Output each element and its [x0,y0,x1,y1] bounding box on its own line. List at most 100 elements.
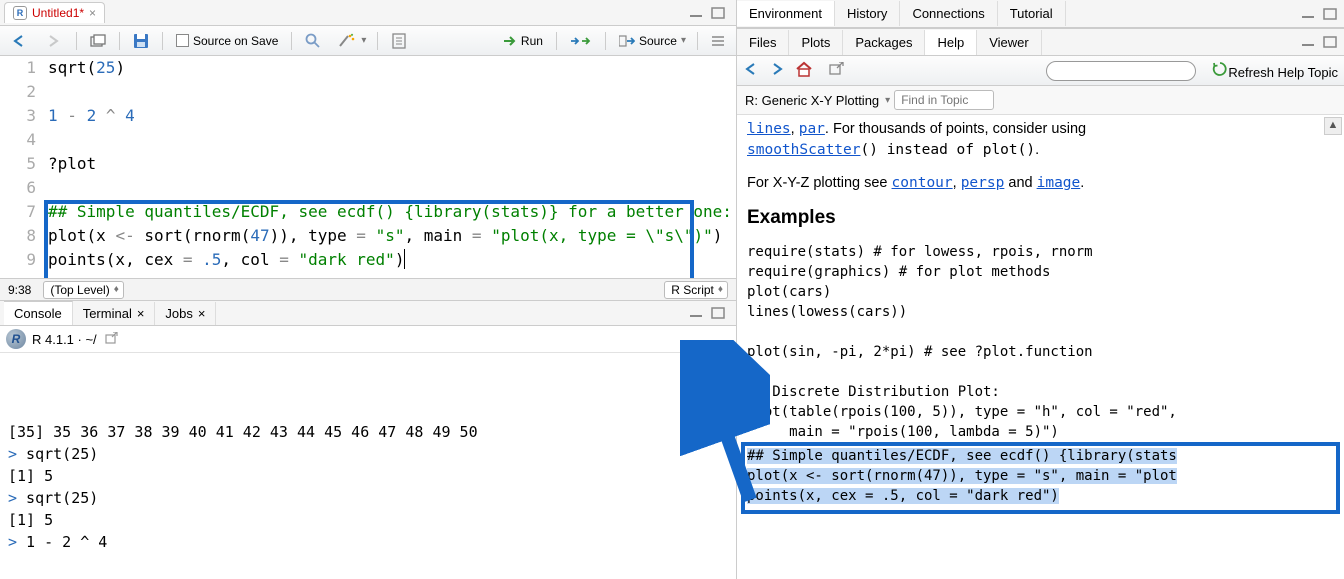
save-button[interactable] [128,31,154,51]
filetype-selector[interactable]: R Script ♦ [664,281,728,299]
console-header-text: R 4.1.1 · ~/ [32,332,97,347]
scroll-up-icon[interactable]: ▲ [716,355,734,373]
back-button[interactable] [6,32,34,50]
help-para-xyz: For X-Y-Z plotting see contour, persp an… [747,173,1334,194]
chevron-down-icon[interactable]: ▾ [885,95,888,106]
help-text: . [1035,142,1039,158]
minimize-pane-icon[interactable] [1300,7,1318,21]
connections-tab[interactable]: Connections [900,1,997,26]
refresh-help-button[interactable]: Refresh Help Topic [1212,61,1338,80]
show-in-new-window-button[interactable] [85,32,111,50]
maximize-pane-icon[interactable] [1322,35,1340,49]
help-text: () instead of [861,142,983,158]
help-selected-code[interactable]: ## Simple quantiles/ECDF, see ecdf() {li… [747,446,1334,506]
forward-button[interactable] [40,32,68,50]
close-icon[interactable]: × [89,6,96,20]
r-badge-icon: R [13,6,27,20]
packages-tab[interactable]: Packages [843,30,925,55]
source-button[interactable]: Source ▾ [614,32,689,50]
console-output[interactable]: ▲ [35] 35 36 37 38 39 40 41 42 43 44 45 … [0,353,736,579]
console-tab[interactable]: Console [4,301,73,325]
scope-selector[interactable]: (Top Level) ♦ [43,281,123,299]
console-tab-row: Console Terminal × Jobs × [0,300,736,326]
help-subheader: R: Generic X-Y Plotting ▾ [737,86,1344,115]
help-home-button[interactable] [795,61,813,80]
compile-report-button[interactable] [386,31,412,51]
help-search-input[interactable] [1046,61,1196,81]
rerun-button[interactable] [565,33,597,49]
minimize-pane-icon[interactable] [688,6,706,20]
maximize-pane-icon[interactable] [710,6,728,20]
help-link-smoothscatter[interactable]: smoothScatter [747,142,861,158]
console-header: R R 4.1.1 · ~/ [0,326,736,353]
help-content[interactable]: ▲ lines, par. For thousands of points, c… [737,115,1344,579]
filetype-label: R Script [671,283,714,297]
history-tab[interactable]: History [835,1,900,26]
help-text: plot() [983,142,1035,158]
maximize-pane-icon[interactable] [710,306,728,320]
code-tools-button[interactable]: ▾ [332,31,369,51]
help-text: and [1004,175,1036,191]
help-back-button[interactable] [743,62,761,79]
terminal-tab-label: Terminal [83,306,132,321]
help-toolbar: Refresh Help Topic [737,56,1344,86]
run-button[interactable]: Run [498,32,548,50]
outline-button[interactable] [706,33,730,49]
source-toolbar: Source on Save ▾ Run Source ▾ [0,26,736,56]
close-icon[interactable]: × [198,306,206,321]
plots-tab[interactable]: Plots [789,30,843,55]
minimize-pane-icon[interactable] [1300,35,1318,49]
jobs-tab[interactable]: Jobs × [155,302,216,325]
chevron-down-icon: ▾ [361,35,364,46]
help-text: . [1080,175,1084,191]
updown-icon: ♦ [114,284,117,295]
tutorial-tab[interactable]: Tutorial [998,1,1066,26]
scope-label: (Top Level) [50,283,109,297]
source-editor[interactable]: 123456789 sqrt(25) 1 - 2 ^ 4 ?plot ## Si… [0,56,736,278]
help-forward-button[interactable] [769,62,787,79]
code-area[interactable]: sqrt(25) 1 - 2 ^ 4 ?plot ## Simple quant… [44,56,736,278]
source-on-save-label: Source on Save [193,34,278,48]
environment-tab[interactable]: Environment [737,1,835,26]
scroll-up-icon[interactable]: ▲ [1324,117,1342,135]
run-label: Run [521,34,543,48]
help-popout-button[interactable] [829,62,845,79]
jobs-tab-label: Jobs [165,306,192,321]
help-text: , [791,121,799,137]
checkbox-icon [176,34,189,47]
files-tab-row: Files Plots Packages Help Viewer [737,28,1344,56]
examples-heading: Examples [747,204,1334,232]
source-file-tab[interactable]: R Untitled1* × [4,2,105,23]
terminal-tab[interactable]: Terminal × [73,302,156,325]
r-logo-icon: R [6,329,26,349]
source-tab-title: Untitled1* [32,6,84,20]
viewer-tab[interactable]: Viewer [977,30,1042,55]
maximize-pane-icon[interactable] [1322,7,1340,21]
chevron-down-icon: ▾ [681,35,684,46]
help-text: . For thousands of points, consider usin… [825,121,1086,137]
help-page-title: R: Generic X-Y Plotting [745,93,879,108]
minimize-pane-icon[interactable] [688,306,706,320]
help-example-code[interactable]: require(stats) # for lowess, rpois, rnor… [747,242,1334,442]
source-tab-row: R Untitled1* × [0,0,736,26]
source-on-save-checkbox[interactable]: Source on Save [171,32,283,50]
files-tab[interactable]: Files [737,30,789,55]
console-tab-label: Console [14,306,62,321]
updown-icon: ♦ [718,284,721,295]
refresh-label: Refresh Help Topic [1228,65,1338,80]
find-button[interactable] [300,31,326,51]
help-link-persp[interactable]: persp [961,175,1005,191]
help-link-image[interactable]: image [1037,175,1081,191]
help-tab[interactable]: Help [925,30,977,55]
help-link-par[interactable]: par [799,121,825,137]
help-link-contour[interactable]: contour [892,175,953,191]
source-statusbar: 9:38 (Top Level)♦ R Script♦ [0,278,736,300]
help-text: For X-Y-Z plotting see [747,175,892,191]
find-in-topic-input[interactable] [894,90,994,110]
help-link-lines[interactable]: lines [747,121,791,137]
popout-icon[interactable] [105,332,119,347]
env-tab-row: Environment History Connections Tutorial [737,0,1344,28]
source-label: Source [639,34,677,48]
line-gutter: 123456789 [0,56,44,278]
close-icon[interactable]: × [137,306,145,321]
